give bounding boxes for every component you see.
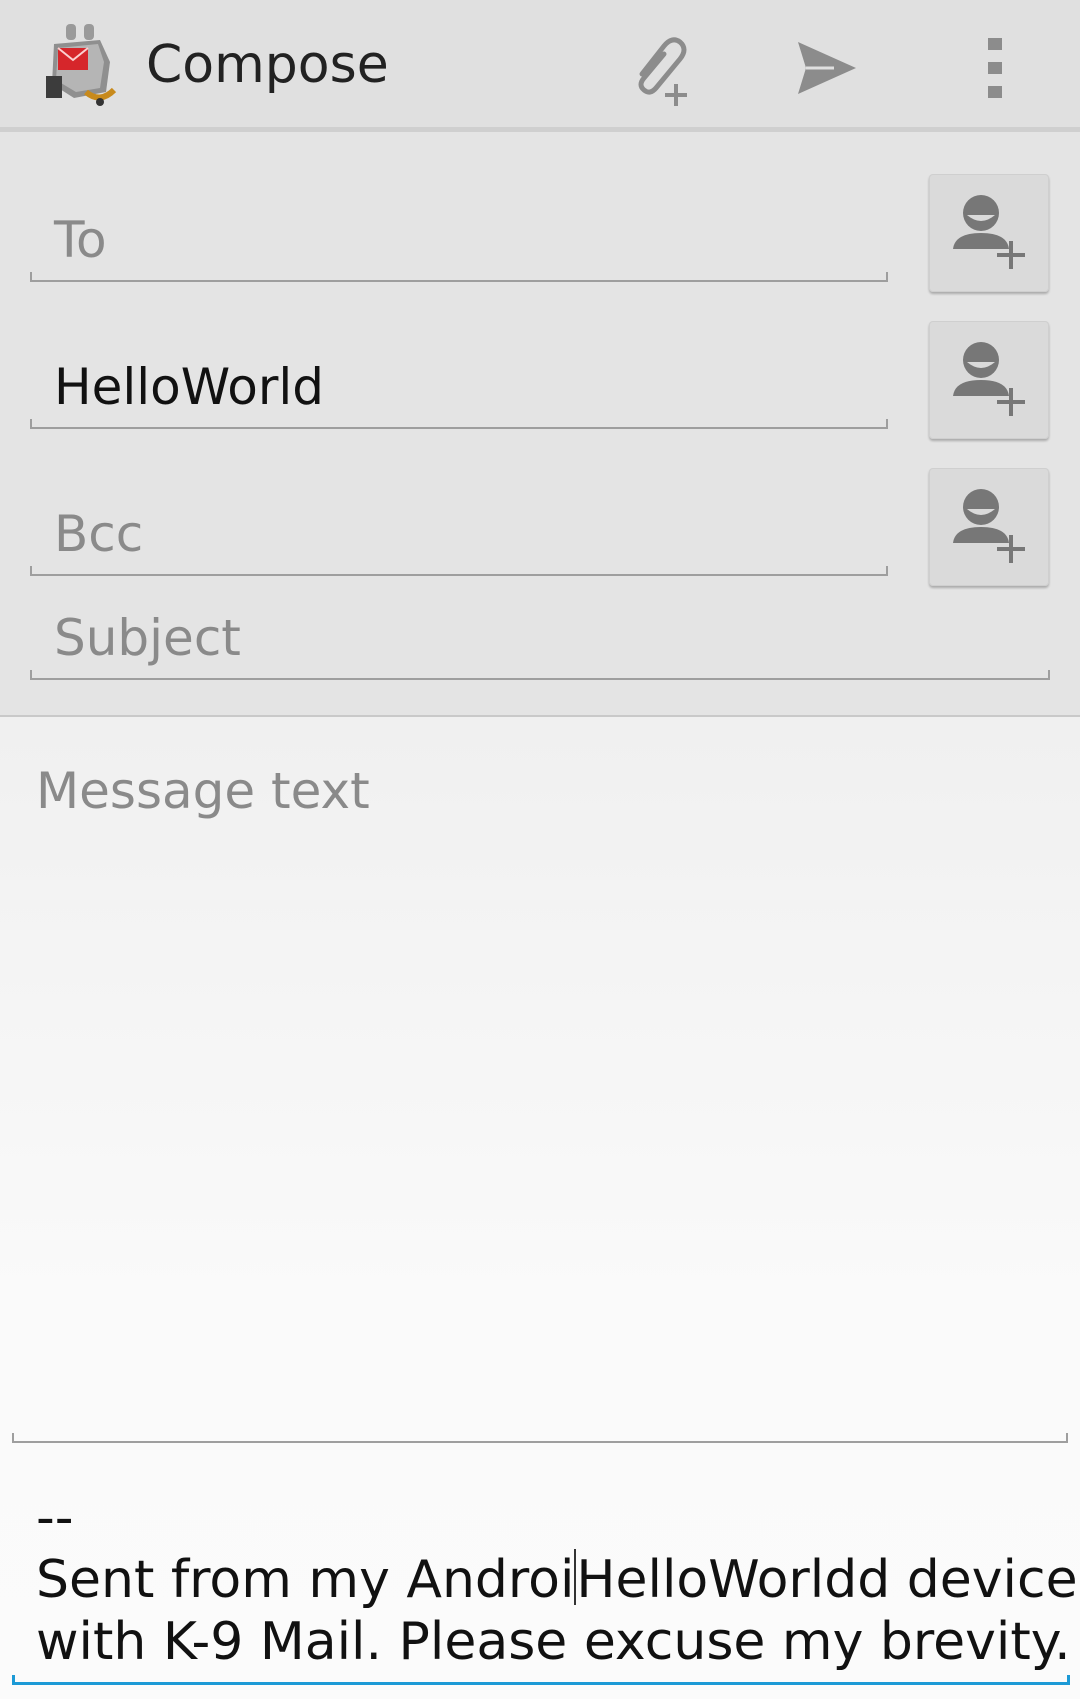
to-field[interactable]: To [30,162,888,282]
message-placeholder: Message text [36,762,370,820]
attach-button[interactable] [612,22,708,118]
add-bcc-contact-button[interactable] [929,468,1049,586]
add-contact-icon [947,189,1031,277]
cc-value: HelloWorld [54,358,325,416]
overflow-menu-button[interactable] [948,22,1044,118]
paperclip-add-icon [620,28,700,112]
bcc-field[interactable]: Bcc [30,456,888,576]
signature-text: -- Sent from my AndroiHelloWorldd device… [36,1487,1078,1673]
cc-underline [30,419,888,429]
action-bar: Compose [0,0,1080,132]
message-header-fields: To HelloWorld Bcc Subject [0,132,1080,717]
k9-mail-app-icon[interactable] [44,22,124,110]
signature-focus-underline [12,1675,1070,1685]
app-title: Compose [146,35,389,95]
add-to-contact-button[interactable] [929,174,1049,292]
bcc-underline [30,566,888,576]
cc-field[interactable]: HelloWorld [30,309,888,429]
signature-field[interactable]: -- Sent from my AndroiHelloWorldd device… [12,1487,1078,1685]
send-icon [794,38,858,102]
subject-field[interactable]: Subject [30,576,1050,680]
bcc-placeholder: Bcc [54,505,144,563]
signature-line1-before: Sent from my Androi [36,1550,575,1610]
add-cc-contact-button[interactable] [929,321,1049,439]
add-contact-icon [947,483,1031,571]
signature-line2: with K-9 Mail. Please excuse my brevity. [36,1612,1071,1672]
to-placeholder: To [54,211,107,269]
message-body-area: Message text -- Sent from my AndroiHello… [0,717,1080,1699]
to-underline [30,272,888,282]
signature-separator: -- [36,1488,74,1548]
subject-placeholder: Subject [54,609,241,667]
message-underline [12,1433,1068,1443]
subject-underline [30,670,1050,680]
add-contact-icon [947,336,1031,424]
message-text-field[interactable]: Message text [12,717,1068,1443]
more-vert-icon [984,36,1008,104]
send-button[interactable] [778,22,874,118]
signature-line1-after: HelloWorldd device [576,1550,1078,1610]
compose-screen: Compose To HelloWorld Bcc Subject Messag… [0,0,1080,1699]
